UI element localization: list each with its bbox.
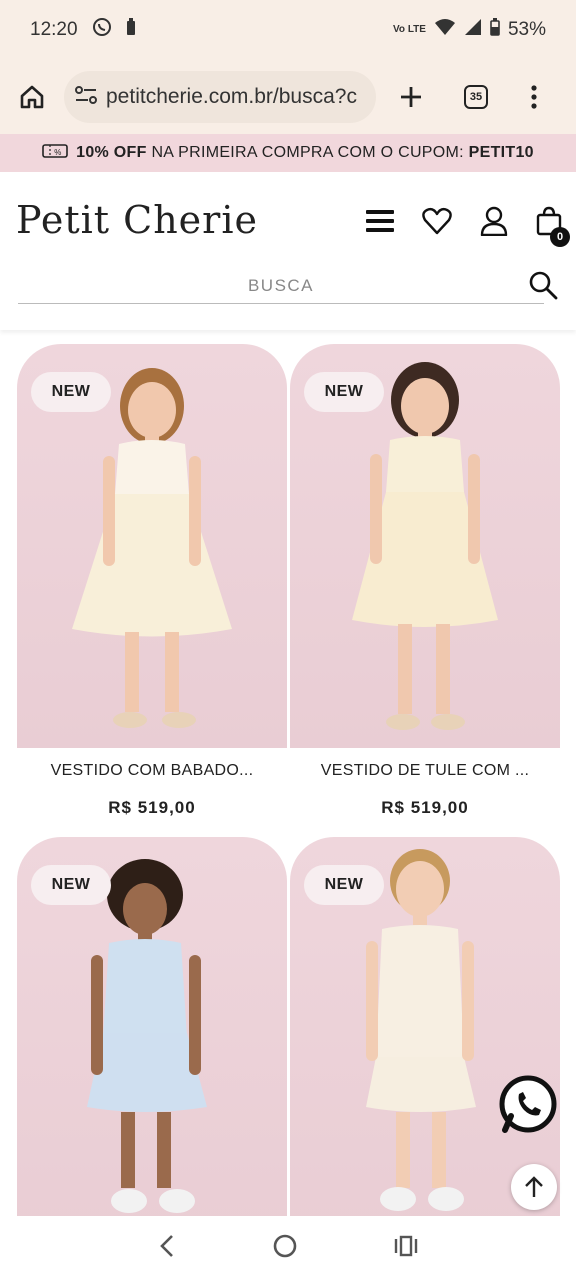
product-image[interactable]: NEW [290,344,560,748]
product-image[interactable]: NEW [17,837,287,1241]
recent-apps-icon[interactable] [394,1235,418,1262]
new-badge: NEW [304,865,384,905]
dress-skirt [366,1057,476,1112]
new-tab-icon[interactable] [398,84,424,110]
battery-saver-icon [126,18,136,42]
promo-text: NA PRIMEIRA COMPRA COM O CUPOM: [151,144,464,161]
back-icon[interactable] [158,1234,176,1263]
battery-icon [490,18,500,42]
product-image[interactable]: NEW [17,344,287,748]
new-badge: NEW [31,865,111,905]
home-circle-icon[interactable] [272,1233,298,1264]
arrow-up-icon [525,1176,543,1197]
product-card[interactable]: NEW VESTIDO COM BABADO... R$ 519,00 [17,344,287,818]
wifi-icon [434,18,456,42]
site-header: Petit Cherie 0 [0,172,576,330]
product-price: R$ 519,00 [381,798,469,817]
search-bar [18,268,558,304]
more-menu-icon[interactable] [530,84,538,110]
whatsapp-chat-button[interactable] [497,1074,559,1136]
battery-percent: 53% [507,19,546,40]
promo-discount: 10% OFF [76,144,147,161]
promo-banner[interactable]: % 10% OFF NA PRIMEIRA COMPRA COM O CUPOM… [0,134,576,172]
coupon-icon: % [42,143,68,164]
new-badge: NEW [304,372,384,412]
network-type: Vo LTE [393,24,426,35]
url-text: petitcherie.com.br/busca?c [106,85,357,108]
brand-logo[interactable]: Petit Cherie [16,198,258,242]
signal-icon [464,18,482,42]
product-name[interactable]: VESTIDO COM BABADO... [17,762,287,780]
tab-switcher-button[interactable]: 35 [464,85,488,109]
new-badge: NEW [31,372,111,412]
tab-count: 35 [464,85,488,109]
product-card[interactable]: NEW [17,837,287,1241]
cart-button[interactable]: 0 [536,206,570,247]
system-navigation-bar [0,1216,576,1280]
dress-skirt [72,494,232,637]
status-bar: 12:20 Vo LTE 53% [0,0,576,60]
promo-code: PETIT10 [468,144,534,161]
site-settings-icon[interactable] [74,84,98,111]
home-icon[interactable] [18,83,46,111]
back-to-top-button[interactable] [511,1164,557,1210]
search-icon[interactable] [528,270,558,305]
cart-count-badge: 0 [550,227,570,247]
whatsapp-icon [499,1075,557,1133]
search-input[interactable] [18,275,544,296]
clock: 12:20 [30,19,78,40]
menu-icon[interactable] [366,209,394,238]
product-name[interactable]: VESTIDO DE TULE COM ... [290,762,560,780]
url-bar[interactable]: petitcherie.com.br/busca?c [64,71,376,123]
product-card[interactable]: NEW VESTIDO DE TULE COM ... R$ 519,00 [290,344,560,818]
svg-text:%: % [54,148,61,157]
whatsapp-notification-icon [92,17,112,43]
account-user-icon[interactable] [480,206,508,241]
product-price: R$ 519,00 [108,798,196,817]
browser-toolbar: petitcherie.com.br/busca?c 35 [0,60,576,134]
wishlist-heart-icon[interactable] [422,207,452,240]
